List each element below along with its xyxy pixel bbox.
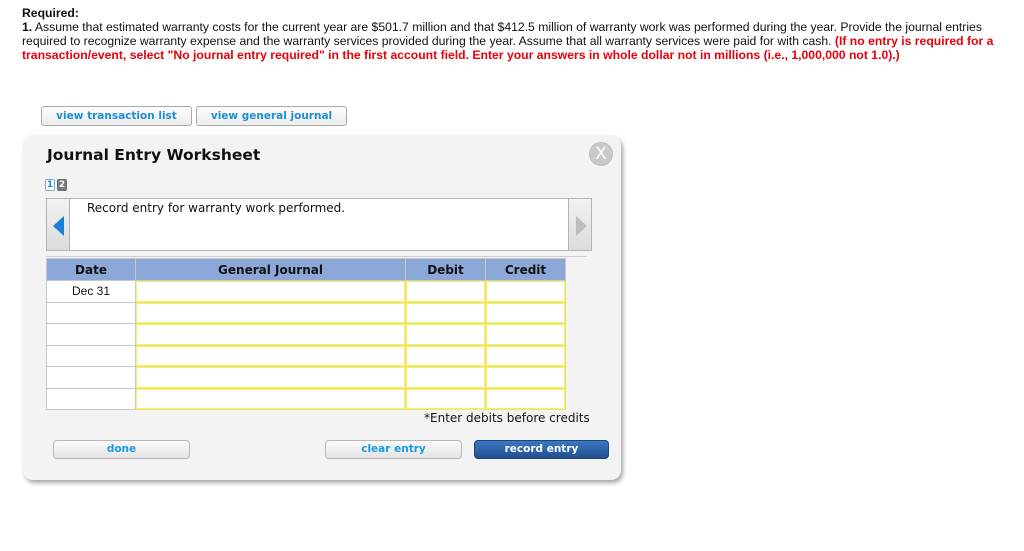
divider: [46, 256, 587, 257]
debit-input[interactable]: [405, 366, 486, 389]
credit-input[interactable]: [485, 301, 566, 324]
page-tab-2[interactable]: 2: [57, 179, 67, 191]
column-header-debit: Debit: [405, 258, 486, 281]
date-cell: [46, 366, 136, 389]
table-row: [46, 387, 566, 410]
clear-entry-button[interactable]: clear entry: [325, 440, 462, 459]
debit-input[interactable]: [405, 387, 486, 410]
table-row: [46, 301, 566, 324]
column-header-credit: Credit: [485, 258, 566, 281]
debit-input[interactable]: [405, 344, 486, 367]
account-input[interactable]: [135, 280, 406, 303]
next-entry-button[interactable]: [568, 198, 592, 251]
journal-entry-table: Date General Journal Debit Credit Dec 31: [46, 258, 566, 410]
table-row: [46, 323, 566, 346]
account-input[interactable]: [135, 323, 406, 346]
instructions: Required: 1. Assume that estimated warra…: [22, 6, 1017, 62]
required-label: Required:: [22, 6, 79, 20]
entry-instruction-text: Record entry for warranty work performed…: [87, 201, 346, 215]
worksheet-title: Journal Entry Worksheet: [47, 146, 261, 164]
credit-input[interactable]: [485, 280, 566, 303]
view-transaction-list-button[interactable]: view transaction list: [41, 106, 192, 126]
credit-input[interactable]: [485, 387, 566, 410]
column-header-general-journal: General Journal: [135, 258, 406, 281]
credit-input[interactable]: [485, 344, 566, 367]
record-entry-button[interactable]: record entry: [474, 440, 609, 459]
page-tabs: 1 2: [45, 179, 67, 191]
table-row: Dec 31: [46, 280, 566, 303]
debit-input[interactable]: [405, 301, 486, 324]
account-input[interactable]: [135, 366, 406, 389]
account-input[interactable]: [135, 301, 406, 324]
item-number: 1.: [22, 20, 33, 34]
debit-input[interactable]: [405, 323, 486, 346]
table-row: [46, 344, 566, 367]
arrow-left-icon: [53, 216, 64, 236]
table-row: [46, 366, 566, 389]
date-cell: [46, 323, 136, 346]
date-cell: [46, 344, 136, 367]
column-header-date: Date: [46, 258, 136, 281]
arrow-right-icon: [576, 216, 587, 236]
previous-entry-button[interactable]: [46, 198, 70, 251]
account-input[interactable]: [135, 387, 406, 410]
credit-input[interactable]: [485, 366, 566, 389]
date-cell: [46, 301, 136, 324]
date-cell: Dec 31: [46, 280, 136, 303]
page-tab-1[interactable]: 1: [45, 179, 55, 191]
debit-input[interactable]: [405, 280, 486, 303]
close-icon[interactable]: X: [589, 142, 613, 166]
done-button[interactable]: done: [53, 440, 190, 459]
date-cell: [46, 387, 136, 410]
account-input[interactable]: [135, 344, 406, 367]
credit-input[interactable]: [485, 323, 566, 346]
debits-before-credits-hint: *Enter debits before credits: [424, 411, 590, 425]
table-header-row: Date General Journal Debit Credit: [46, 258, 566, 281]
journal-entry-worksheet-panel: Journal Entry Worksheet X 1 2 Record ent…: [23, 135, 621, 480]
view-general-journal-button[interactable]: view general journal: [196, 106, 347, 126]
entry-instruction-box: Record entry for warranty work performed…: [46, 198, 592, 251]
